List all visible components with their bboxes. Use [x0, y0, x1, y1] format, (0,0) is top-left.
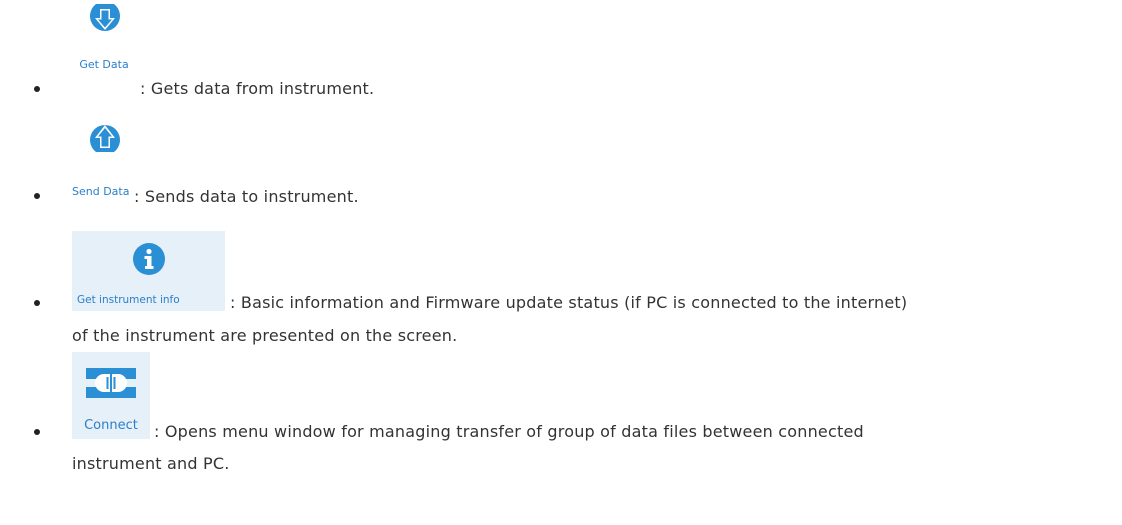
get-data-button[interactable]: Get Data	[72, 4, 136, 76]
get-data-label: Get Data	[79, 58, 129, 71]
colon: :	[230, 293, 236, 312]
colon: :	[154, 422, 160, 441]
description-text: Basic information and Firmware update st…	[240, 293, 908, 312]
get-instrument-info-description: : Basic information and Firmware update …	[230, 286, 907, 319]
info-circle-icon	[132, 242, 166, 280]
get-instrument-info-button[interactable]: Get instrument info	[72, 231, 225, 311]
bullet	[34, 300, 40, 306]
connect-button[interactable]: Connect	[72, 352, 150, 439]
colon: :	[140, 79, 146, 98]
get-instrument-info-label: Get instrument info	[77, 294, 180, 306]
plug-connect-icon	[86, 368, 136, 402]
connect-label: Connect	[84, 418, 138, 433]
bullet	[34, 193, 40, 199]
colon: :	[134, 187, 140, 206]
bullet	[34, 86, 40, 92]
send-data-label: Send Data	[72, 185, 130, 198]
send-data-button[interactable]: Send Data	[72, 112, 136, 198]
get-instrument-info-description-line2: of the instrument are presented on the s…	[72, 326, 458, 345]
arrow-down-circle-icon	[88, 4, 122, 48]
description-text: Opens menu window for managing transfer …	[164, 422, 864, 441]
bullet	[34, 429, 40, 435]
send-data-description: : Sends data to instrument.	[134, 180, 359, 213]
connect-description: : Opens menu window for managing transfe…	[154, 415, 864, 448]
arrow-up-circle-icon	[88, 112, 122, 156]
connect-description-line2: instrument and PC.	[72, 454, 230, 473]
get-data-description: : Gets data from instrument.	[140, 72, 374, 105]
description-text: Sends data to instrument.	[144, 187, 359, 206]
description-text: Gets data from instrument.	[150, 79, 375, 98]
